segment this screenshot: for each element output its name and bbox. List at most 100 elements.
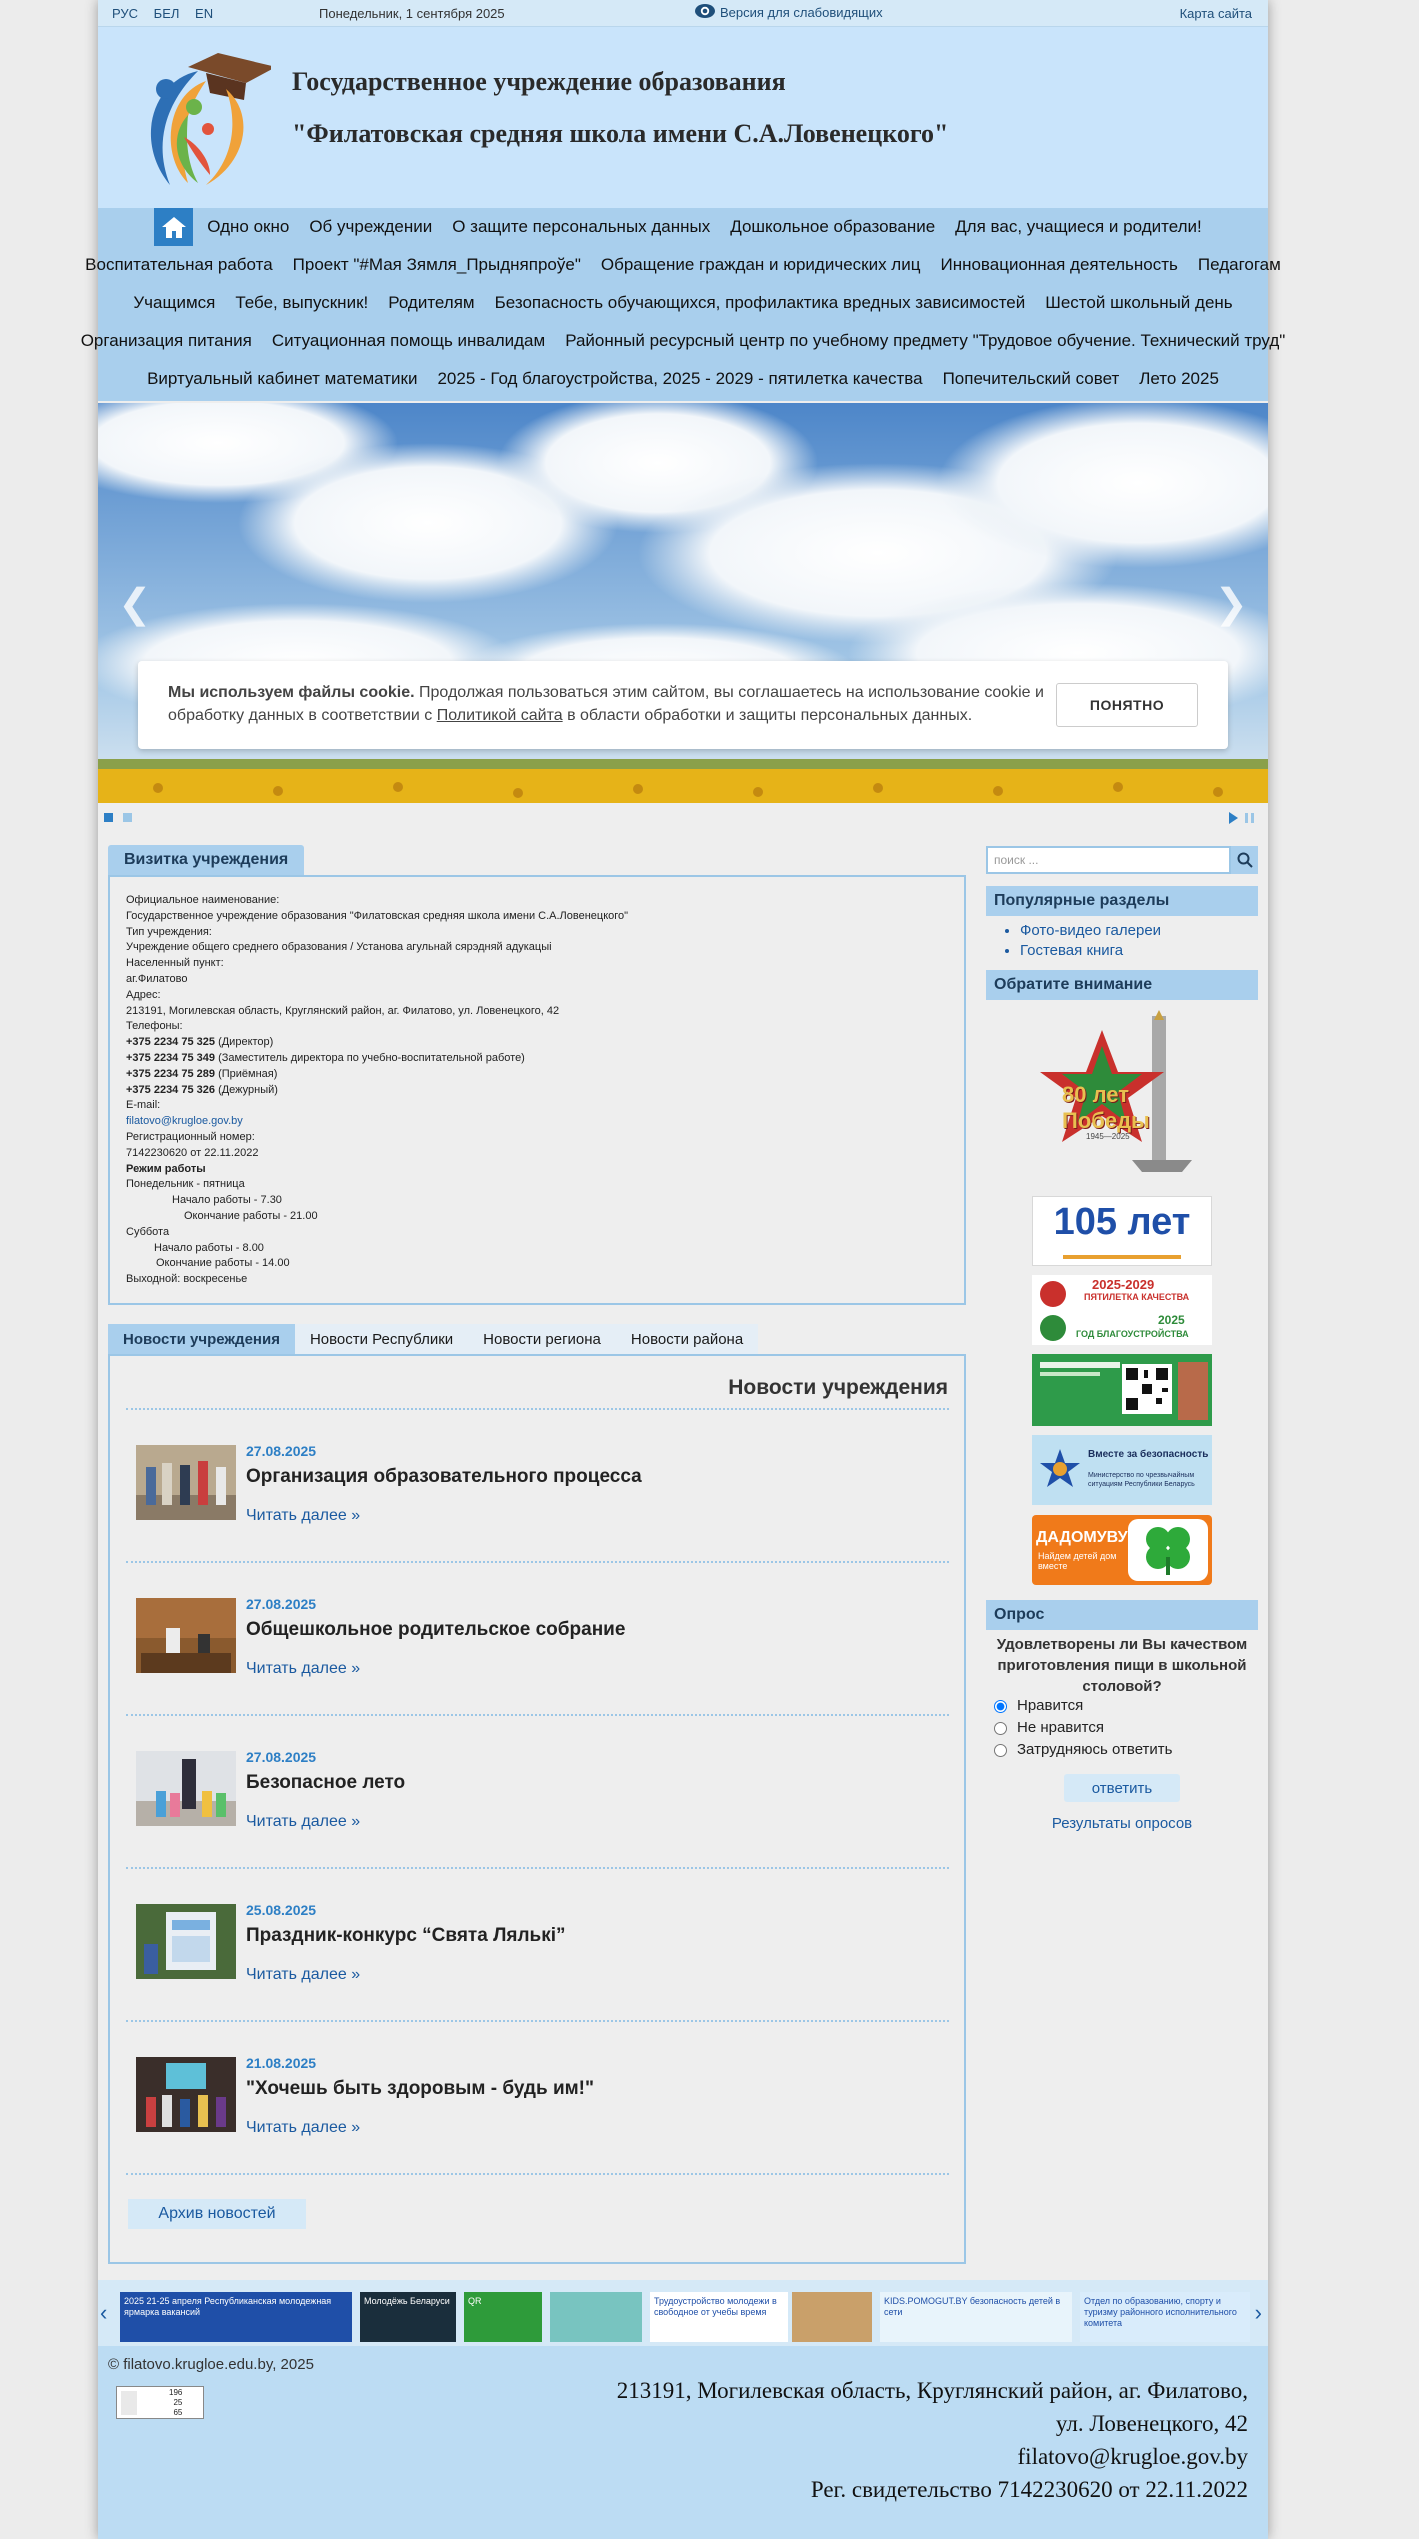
nav-item[interactable]: Попечительский совет [933,369,1130,389]
footer-email[interactable]: filatovo@krugloe.gov.by [617,2440,1248,2473]
poll-option-label: Не нравится [1017,1719,1104,1736]
strip-prev-icon[interactable]: ‹ [100,2300,107,2326]
nav-item[interactable]: Для вас, учащиеся и родители! [945,217,1212,237]
partner-banner[interactable] [792,2292,872,2342]
home-children-banner[interactable]: ДАДОМУВУ Найдем детей дом вместе [1032,1515,1212,1585]
sitemap-link[interactable]: Карта сайта [1180,6,1252,21]
hero-slider: ❮ ❯ Мы используем файлы cookie. Продолжа… [98,403,1268,803]
search-button[interactable] [1231,846,1258,874]
read-more-link[interactable]: Читать далее » [246,1813,360,1831]
nav-item[interactable]: Об учреждении [299,217,442,237]
school-logo[interactable] [126,45,276,190]
nav-item[interactable]: Инновационная деятельность [930,255,1187,275]
nav-item[interactable]: Ситуационная помощь инвалидам [262,331,555,351]
read-more-link[interactable]: Читать далее » [246,2119,360,2137]
nav-item[interactable]: Учащимся [123,293,225,313]
nav-item[interactable]: Организация питания [71,331,262,351]
poll-radio[interactable] [994,1743,1007,1757]
nav-item[interactable]: Безопасность обучающихся, профилактика в… [485,293,1036,313]
vizit-line: Регистрационный номер: [126,1130,948,1146]
nav-item[interactable]: Обращение граждан и юридических лиц [591,255,931,275]
news-title[interactable]: Организация образовательного процесса [246,1466,642,1488]
poll-radio[interactable] [994,1721,1007,1735]
accessibility-link[interactable]: Версия для слабовидящих [694,3,883,22]
news-title[interactable]: Праздник-конкурс “Свята Лялькі” [246,1925,566,1947]
partner-banner[interactable]: QR [464,2292,542,2342]
home-button[interactable] [154,208,194,246]
partner-banner[interactable]: Молодёжь Беларуси [360,2292,456,2342]
nav-item[interactable]: 2025 - Год благоустройства, 2025 - 2029 … [427,369,932,389]
read-more-link[interactable]: Читать далее » [246,1966,360,1984]
vizit-line: +375 2234 75 325 (Директор) [126,1035,948,1051]
search-input[interactable]: поиск ... [986,846,1231,874]
strip-next-icon[interactable]: › [1255,2300,1262,2326]
pause-icon[interactable] [1245,813,1254,823]
news-thumbnail[interactable] [136,1445,236,1520]
cookie-policy-link[interactable]: Политикой сайта [437,707,563,724]
popular-link-gallery[interactable]: Фото-видео галереи [1020,921,1161,941]
partner-banner[interactable] [550,2292,642,2342]
lang-ru[interactable]: РУС [112,6,138,21]
vizit-line-text: 7142230620 от 22.11.2022 [126,1146,259,1159]
poll-results-link[interactable]: Результаты опросов [986,1815,1258,1832]
nav-item[interactable]: Дошкольное образование [720,217,945,237]
quality-banner[interactable]: 2025-2029 ПЯТИЛЕТКА КАЧЕСТВА 2025 ГОД БЛ… [1032,1275,1212,1345]
nav-item[interactable]: Одно окно [197,217,299,237]
partner-banner[interactable]: KIDS.POMOGUT.BY безопасность детей в сет… [880,2292,1072,2342]
safety-banner[interactable]: Вместе за безопасность Министерство по ч… [1032,1435,1212,1505]
lang-en[interactable]: EN [195,6,213,21]
nav-item[interactable]: Проект "#Мая Зямля_Прыдняпроўе" [283,255,591,275]
tab-news-region[interactable]: Новости региона [468,1324,616,1354]
nav-item[interactable]: Лето 2025 [1129,369,1229,389]
news-thumbnail[interactable] [136,2057,236,2132]
nav-item[interactable]: О защите персональных данных [442,217,720,237]
partner-banner[interactable]: Отдел по образованию, спорту и туризму р… [1080,2292,1250,2342]
poll-option[interactable]: Нравится [994,1695,1172,1717]
poll-option[interactable]: Не нравится [994,1717,1172,1739]
news-title[interactable]: Безопасное лето [246,1772,405,1794]
read-more-link[interactable]: Читать далее » [246,1660,360,1678]
news-thumbnail[interactable] [136,1751,236,1826]
poll-radio[interactable] [994,1699,1007,1713]
nav-item[interactable]: Тебе, выпускник! [225,293,378,313]
poll-submit-button[interactable]: ответить [1064,1774,1180,1802]
slider-next-icon[interactable]: ❯ [1214,581,1248,627]
edu-105-banner[interactable]: 105 лет [1032,1196,1212,1266]
tab-news-school[interactable]: Новости учреждения [108,1324,295,1354]
partner-banner-text: Молодёжь Беларуси [364,2296,450,2306]
partner-banner[interactable]: Трудоустройство молодежи в свободное от … [650,2292,788,2342]
news-thumbnail[interactable] [136,1598,236,1673]
nav-item[interactable]: Воспитательная работа [75,255,282,275]
tab-news-district[interactable]: Новости района [615,1324,759,1354]
visit-counter[interactable]: 196 25 65 [116,2386,204,2419]
tab-news-republic[interactable]: Новости Республики [294,1324,469,1354]
nav-item[interactable]: Шестой школьный день [1035,293,1242,313]
nav-item[interactable]: Родителям [378,293,484,313]
cookie-accept-button[interactable]: ПОНЯТНО [1056,683,1198,727]
nav-item[interactable]: Виртуальный кабинет математики [137,369,427,389]
news-title[interactable]: "Хочешь быть здоровым - будь им!" [246,2078,594,2100]
popular-link-guestbook[interactable]: Гостевая книга [1020,941,1161,961]
vizit-line: E-mail: [126,1098,948,1114]
slider-dot-active[interactable] [104,813,113,822]
victory-80-banner[interactable]: 80 лет Победы 1945—2025 [1032,1010,1212,1177]
slider-prev-icon[interactable]: ❮ [118,581,152,627]
news-item: 27.08.2025 Общешкольное родительское соб… [126,1561,949,1714]
partner-banner[interactable]: 2025 21-25 апреля Республиканская молоде… [120,2292,352,2342]
vizit-line-bold: Режим работы [126,1162,206,1175]
nav-item[interactable]: Районный ресурсный центр по учебному пре… [555,331,1295,351]
vizit-line[interactable]: filatovo@krugloe.gov.by [126,1114,948,1130]
news-title[interactable]: Общешкольное родительское собрание [246,1619,625,1641]
slider-dot[interactable] [123,813,132,822]
vizit-line: Учреждение общего среднего образования /… [126,940,948,956]
news-thumbnail[interactable] [136,1904,236,1979]
news-archive-button[interactable]: Архив новостей [128,2199,306,2229]
play-icon[interactable] [1229,812,1238,824]
lang-be[interactable]: БЕЛ [154,6,180,21]
nav-item[interactable]: Педагогам [1188,255,1291,275]
vizit-line-text: Выходной: воскресенье [126,1273,248,1286]
read-more-link[interactable]: Читать далее » [246,1507,360,1525]
poll-option[interactable]: Затрудняюсь ответить [994,1739,1172,1761]
vizit-email-link[interactable]: filatovo@krugloe.gov.by [126,1115,243,1127]
ecology-qr-banner[interactable] [1032,1354,1212,1426]
